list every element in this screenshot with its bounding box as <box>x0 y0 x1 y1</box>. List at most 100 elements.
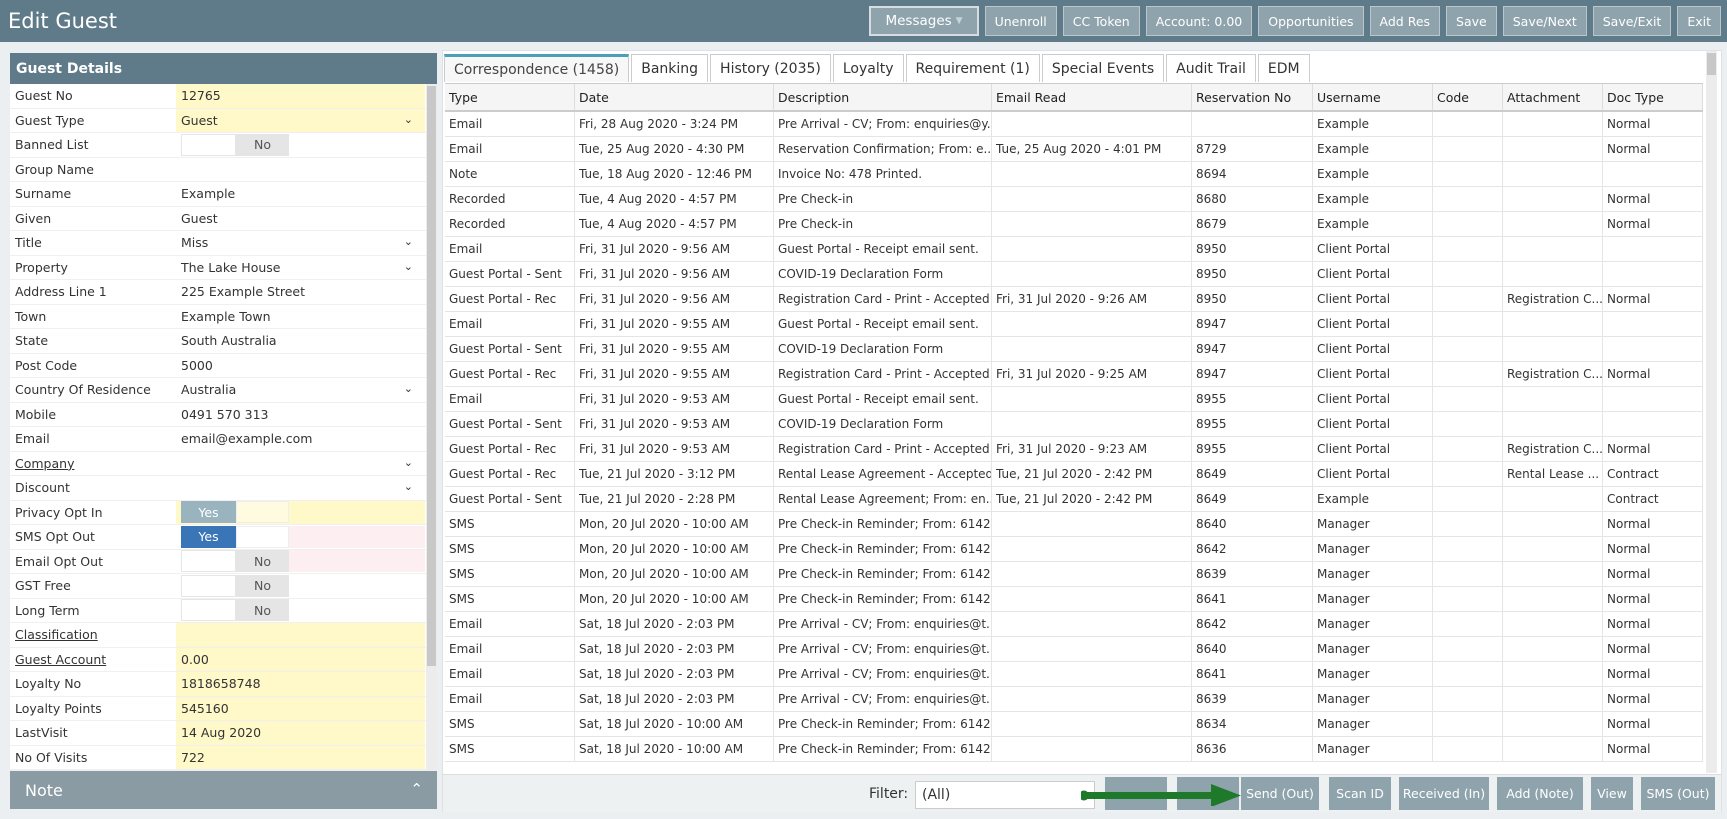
classification-link[interactable]: Classification <box>10 623 176 647</box>
column-header-username[interactable]: Username <box>1313 84 1433 110</box>
guest-type-select[interactable]: Guest ⌄ <box>176 108 425 132</box>
sms-opt-out-toggle[interactable]: Yes <box>176 525 425 549</box>
left-scrollbar[interactable] <box>426 84 437 770</box>
table-row[interactable]: Email Tue, 25 Aug 2020 - 4:30 PM Reservati… <box>445 137 1703 162</box>
mobile-field[interactable]: 0491 570 313 <box>176 403 425 427</box>
exit-button[interactable]: Exit <box>1677 6 1721 36</box>
filter-select[interactable]: (All) <box>915 781 1095 809</box>
view-button[interactable]: View <box>1591 777 1633 810</box>
town-field[interactable]: Example Town <box>176 305 425 329</box>
group-name-field[interactable] <box>176 158 425 182</box>
tab-special-events[interactable]: Special Events <box>1041 54 1165 82</box>
address-line-1-field[interactable]: 225 Example Street <box>176 280 425 304</box>
save-button[interactable]: Save <box>1446 6 1497 36</box>
table-row[interactable]: Guest Portal - Rec Tue, 21 Jul 2020 - 3:1… <box>445 462 1703 487</box>
company-select[interactable]: ⌄ <box>176 452 425 476</box>
send-out-button[interactable]: Send (Out) <box>1241 777 1319 810</box>
tab-requirement[interactable]: Requirement (1) <box>905 54 1040 82</box>
table-row[interactable]: Email Fri, 31 Jul 2020 - 9:56 AM Guest Por… <box>445 237 1703 262</box>
country-select[interactable]: Australia ⌄ <box>176 378 425 402</box>
column-header-type[interactable]: Type <box>445 84 575 110</box>
column-header-reservation-no[interactable]: Reservation No <box>1192 84 1313 110</box>
table-row[interactable]: Email Sat, 18 Jul 2020 - 2:03 PM Pre Arriv… <box>445 637 1703 662</box>
note-panel-header[interactable]: Note ⌃ <box>10 771 437 809</box>
save-next-button[interactable]: Save/Next <box>1502 6 1587 36</box>
save-exit-button[interactable]: Save/Exit <box>1592 6 1672 36</box>
add-res-button[interactable]: Add Res <box>1369 6 1441 36</box>
grid-scrollbar[interactable] <box>1706 51 1717 773</box>
discount-select[interactable]: ⌄ <box>176 476 425 500</box>
scrollbar-thumb[interactable] <box>1707 53 1716 75</box>
table-row[interactable]: Email Fri, 31 Jul 2020 - 9:53 AM Guest Por… <box>445 387 1703 412</box>
postcode-field[interactable]: 5000 <box>176 354 425 378</box>
guest-no-field[interactable]: 12765 <box>176 84 425 108</box>
table-row[interactable]: Recorded Tue, 4 Aug 2020 - 4:57 PM Pre Che… <box>445 212 1703 237</box>
table-row[interactable]: Guest Portal - Rec Fri, 31 Jul 2020 - 9:5… <box>445 362 1703 387</box>
no-of-visits-field[interactable]: 722 <box>176 745 425 769</box>
table-row[interactable]: Guest Portal - Sent Fri, 31 Jul 2020 - 9:… <box>445 337 1703 362</box>
table-row[interactable]: Email Sat, 18 Jul 2020 - 2:03 PM Pre Arriv… <box>445 662 1703 687</box>
long-term-toggle[interactable]: No <box>176 599 425 623</box>
table-row[interactable]: Guest Portal - Rec Fri, 31 Jul 2020 - 9:5… <box>445 437 1703 462</box>
table-row[interactable]: Email Sat, 18 Jul 2020 - 2:03 PM Pre Arriv… <box>445 612 1703 637</box>
table-row[interactable]: Note Tue, 18 Aug 2020 - 12:46 PM Invoice N… <box>445 162 1703 187</box>
column-header-attachment[interactable]: Attachment <box>1503 84 1603 110</box>
tab-loyalty[interactable]: Loyalty <box>832 54 904 82</box>
table-row[interactable]: SMS Sat, 18 Jul 2020 - 10:00 AM Pre Check-… <box>445 737 1703 762</box>
column-header-code[interactable]: Code <box>1433 84 1503 110</box>
cc-token-button[interactable]: CC Token <box>1062 6 1140 36</box>
sms-out-button[interactable]: SMS (Out) <box>1641 777 1715 810</box>
privacy-opt-in-toggle[interactable]: Yes <box>176 500 425 524</box>
field-label: Discount <box>15 480 70 496</box>
surname-field[interactable]: Example <box>176 182 425 206</box>
column-header-email-read[interactable]: Email Read <box>992 84 1192 110</box>
email-field[interactable]: email@example.com <box>176 427 425 451</box>
table-row[interactable]: SMS Mon, 20 Jul 2020 - 10:00 AM Pre Check-… <box>445 587 1703 612</box>
tab-audit-trail[interactable]: Audit Trail <box>1166 54 1256 82</box>
scrollbar-thumb[interactable] <box>427 86 436 666</box>
scan-id-button[interactable]: Scan ID <box>1329 777 1391 810</box>
opportunities-button[interactable]: Opportunities <box>1258 6 1364 36</box>
messages-button[interactable]: Messages ▼ <box>869 6 979 36</box>
table-row[interactable]: SMS Mon, 20 Jul 2020 - 10:00 AM Pre Check-… <box>445 512 1703 537</box>
tab-history[interactable]: History (2035) <box>710 54 831 82</box>
field-last-visit: LastVisit 14 Aug 2020 <box>10 721 437 746</box>
company-link[interactable]: Company <box>10 452 176 476</box>
unenroll-button[interactable]: Unenroll <box>984 6 1057 36</box>
guest-account-field[interactable]: 0.00 <box>176 647 425 671</box>
guest-account-link[interactable]: Guest Account <box>10 648 176 672</box>
account-button[interactable]: Account: 0.00 <box>1145 6 1253 36</box>
column-header-description[interactable]: Description <box>774 84 992 110</box>
add-note-button[interactable]: Add (Note) <box>1497 777 1583 810</box>
tab-banking[interactable]: Banking <box>631 54 709 82</box>
table-row[interactable]: SMS Sat, 18 Jul 2020 - 10:00 AM Pre Check-… <box>445 712 1703 737</box>
table-row[interactable]: Guest Portal - Sent Fri, 31 Jul 2020 - 9:… <box>445 262 1703 287</box>
table-row[interactable]: Email Fri, 28 Aug 2020 - 3:24 PM Pre Arriv… <box>445 112 1703 137</box>
table-row[interactable]: Email Fri, 31 Jul 2020 - 9:55 AM Guest Por… <box>445 312 1703 337</box>
table-row[interactable]: Recorded Tue, 4 Aug 2020 - 4:57 PM Pre Che… <box>445 187 1703 212</box>
classification-field[interactable] <box>176 623 425 647</box>
table-row[interactable]: Email Sat, 18 Jul 2020 - 2:03 PM Pre Arriv… <box>445 687 1703 712</box>
gst-free-toggle[interactable]: No <box>176 574 425 598</box>
chevron-down-icon: ⌄ <box>403 480 413 493</box>
table-row[interactable]: SMS Mon, 20 Jul 2020 - 10:00 AM Pre Check-… <box>445 537 1703 562</box>
table-row[interactable]: SMS Mon, 20 Jul 2020 - 10:00 AM Pre Check-… <box>445 562 1703 587</box>
loyalty-points-field[interactable]: 545160 <box>176 696 425 720</box>
table-row[interactable]: Guest Portal - Sent Fri, 31 Jul 2020 - 9:… <box>445 412 1703 437</box>
last-visit-field[interactable]: 14 Aug 2020 <box>176 721 425 745</box>
title-select[interactable]: Miss ⌄ <box>176 231 425 255</box>
received-in-button[interactable]: Received (In) <box>1399 777 1489 810</box>
property-select[interactable]: The Lake House ⌄ <box>176 256 425 280</box>
tab-edm[interactable]: EDM <box>1257 54 1310 82</box>
given-field[interactable]: Guest <box>176 207 425 231</box>
table-row[interactable]: Guest Portal - Rec Fri, 31 Jul 2020 - 9:5… <box>445 287 1703 312</box>
column-header-date[interactable]: Date <box>575 84 774 110</box>
column-header-doc-type[interactable]: Doc Type <box>1603 84 1703 110</box>
chevron-up-icon[interactable]: ⌃ <box>410 780 423 798</box>
email-opt-out-toggle[interactable]: No <box>176 550 425 574</box>
state-field[interactable]: South Australia <box>176 329 425 353</box>
banned-list-toggle[interactable]: No <box>176 133 425 157</box>
table-row[interactable]: Guest Portal - Sent Tue, 21 Jul 2020 - 2:… <box>445 487 1703 512</box>
tab-correspondence[interactable]: Correspondence (1458) <box>444 54 630 82</box>
loyalty-no-field[interactable]: 1818658748 <box>176 672 425 696</box>
